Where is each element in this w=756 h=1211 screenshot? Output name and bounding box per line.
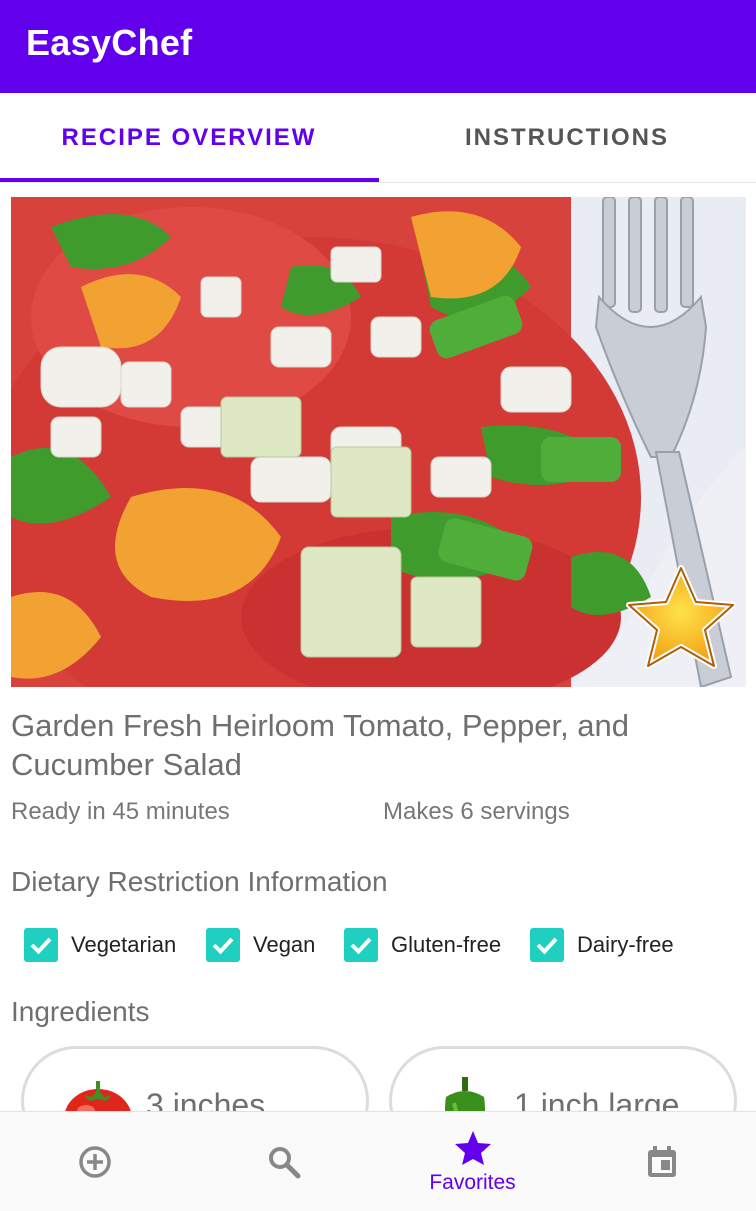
search-icon xyxy=(268,1147,300,1179)
favorite-star-button[interactable] xyxy=(621,562,741,672)
check-icon xyxy=(30,937,52,955)
tab-instructions[interactable]: INSTRUCTIONS xyxy=(378,93,756,183)
recipe-title: Garden Fresh Heirloom Tomato, Pepper, an… xyxy=(11,708,630,782)
nav-label-favorites: Favorites xyxy=(429,1171,516,1194)
nav-search[interactable] xyxy=(189,1112,378,1211)
ingredients-heading: Ingredients xyxy=(11,996,150,1027)
diet-label: Vegetarian xyxy=(71,932,177,957)
diet-label: Dairy-free xyxy=(577,932,674,957)
star-icon xyxy=(454,1131,491,1165)
app-title: EasyChef xyxy=(26,22,193,63)
app-bar: EasyChef xyxy=(0,0,756,93)
check-icon xyxy=(536,937,558,955)
diet-item-gluten-free[interactable]: Gluten-free xyxy=(344,927,501,963)
checkbox[interactable] xyxy=(206,928,240,962)
check-icon xyxy=(212,937,234,955)
ready-time: Ready in 45 minutes xyxy=(11,798,230,825)
dietary-heading: Dietary Restriction Information xyxy=(11,866,388,897)
diet-item-dairy-free[interactable]: Dairy-free xyxy=(530,927,674,963)
servings: Makes 6 servings xyxy=(383,798,570,825)
diet-item-vegetarian[interactable]: Vegetarian xyxy=(24,927,176,963)
diet-label: Vegan xyxy=(253,932,316,957)
calendar-icon xyxy=(647,1146,676,1177)
nav-favorites[interactable]: Favorites xyxy=(378,1112,567,1211)
check-icon xyxy=(350,937,372,955)
checkbox[interactable] xyxy=(344,928,378,962)
tab-indicator xyxy=(0,178,379,182)
checkbox[interactable] xyxy=(24,928,58,962)
add-circle-icon xyxy=(78,1146,111,1178)
diet-label: Gluten-free xyxy=(391,932,502,957)
tab-recipe-overview[interactable]: RECIPE OVERVIEW xyxy=(0,93,378,183)
diet-item-vegan[interactable]: Vegan xyxy=(206,927,315,963)
recipe-image xyxy=(11,197,746,687)
tab-bar: RECIPE OVERVIEW INSTRUCTIONS xyxy=(0,93,756,183)
checkbox[interactable] xyxy=(530,928,564,962)
bottom-navigation: Favorites xyxy=(0,1111,756,1211)
nav-calendar[interactable] xyxy=(567,1112,756,1211)
nav-add[interactable] xyxy=(0,1112,189,1211)
star-icon xyxy=(626,565,736,669)
